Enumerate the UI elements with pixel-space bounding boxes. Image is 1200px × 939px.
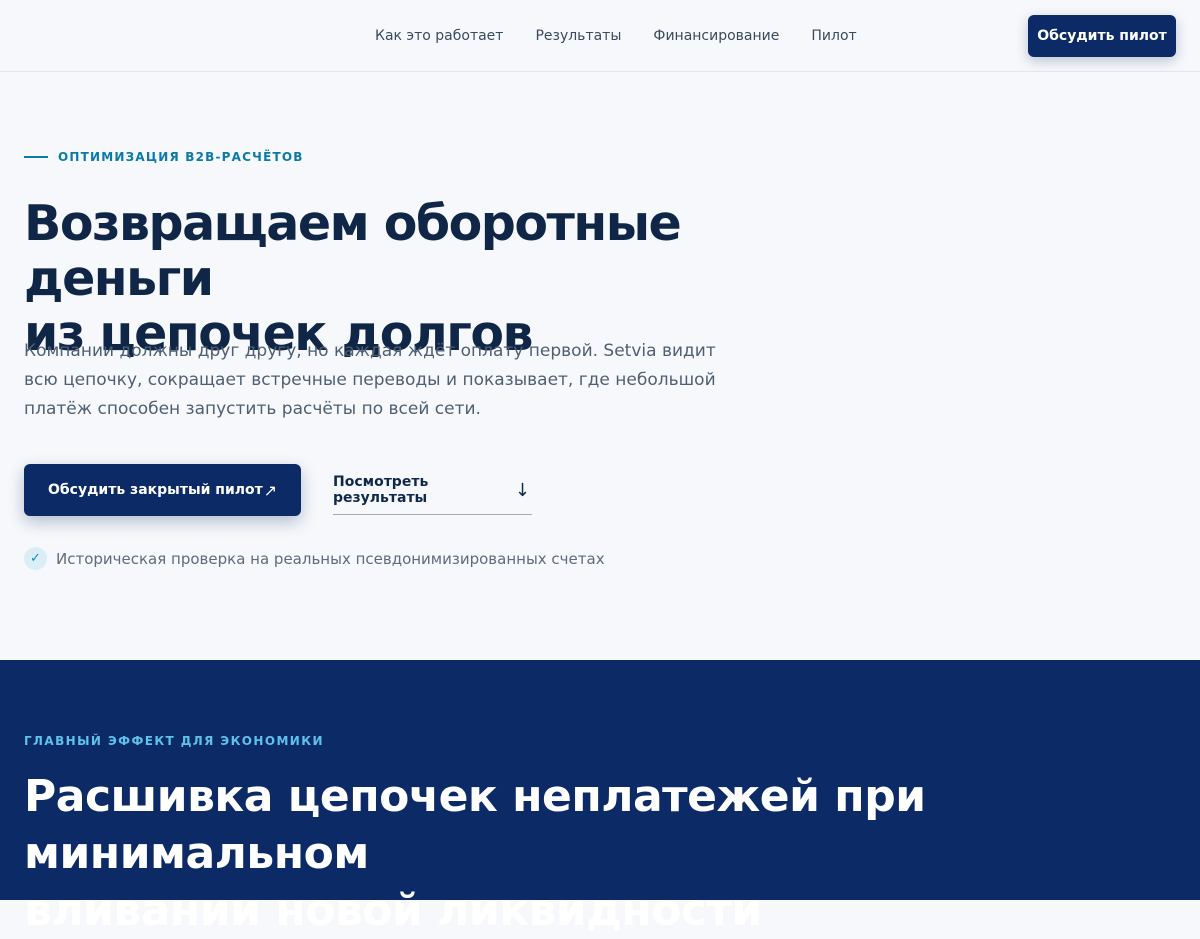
hero-description: Компании должны друг другу, но каждая жд… xyxy=(24,341,716,419)
discuss-closed-pilot-button[interactable]: Обсудить закрытый пилот ↗ xyxy=(24,464,301,516)
verification-note: ✓ Историческая проверка на реальных псев… xyxy=(24,547,605,570)
discuss-pilot-button[interactable]: Обсудить пилот xyxy=(1028,15,1176,57)
view-results-link[interactable]: Посмотреть результаты ↓ xyxy=(333,466,532,515)
effect-title-line-1: Расшивка цепочек неплатежей при минималь… xyxy=(24,771,926,879)
top-navigation-bar: Как это работает Результаты Финансирован… xyxy=(0,0,1200,72)
hero-eyebrow-text: ОПТИМИЗАЦИЯ B2B-РАСЧЁТОВ xyxy=(58,150,304,164)
arrow-down-icon: ↓ xyxy=(514,479,530,501)
nav-link-pilot[interactable]: Пилот xyxy=(811,28,856,44)
discuss-closed-pilot-label: Обсудить закрытый пилот xyxy=(48,482,263,498)
economy-effect-section: ГЛАВНЫЙ ЭФФЕКТ ДЛЯ ЭКОНОМИКИ Расшивка це… xyxy=(0,660,1200,936)
effect-eyebrow: ГЛАВНЫЙ ЭФФЕКТ ДЛЯ ЭКОНОМИКИ xyxy=(24,734,324,748)
nav-link-results[interactable]: Результаты xyxy=(535,28,621,44)
hero-title-line-1: Возвращаем оборотные деньги xyxy=(24,195,682,307)
verification-text: Историческая проверка на реальных псевдо… xyxy=(56,549,605,568)
nav-link-financing[interactable]: Финансирование xyxy=(653,28,779,44)
effect-title-line-2: вливании новой ликвидности xyxy=(24,885,762,936)
nav-link-how-it-works[interactable]: Как это работает xyxy=(375,28,503,44)
eyebrow-divider xyxy=(24,156,48,158)
main-nav: Как это работает Результаты Финансирован… xyxy=(375,0,889,72)
view-results-label: Посмотреть результаты xyxy=(333,474,429,506)
hero-eyebrow: ОПТИМИЗАЦИЯ B2B-РАСЧЁТОВ xyxy=(24,150,304,164)
arrow-up-right-icon: ↗ xyxy=(263,480,277,500)
check-icon: ✓ xyxy=(24,547,47,570)
effect-title: Расшивка цепочек неплатежей при минималь… xyxy=(24,768,1164,939)
